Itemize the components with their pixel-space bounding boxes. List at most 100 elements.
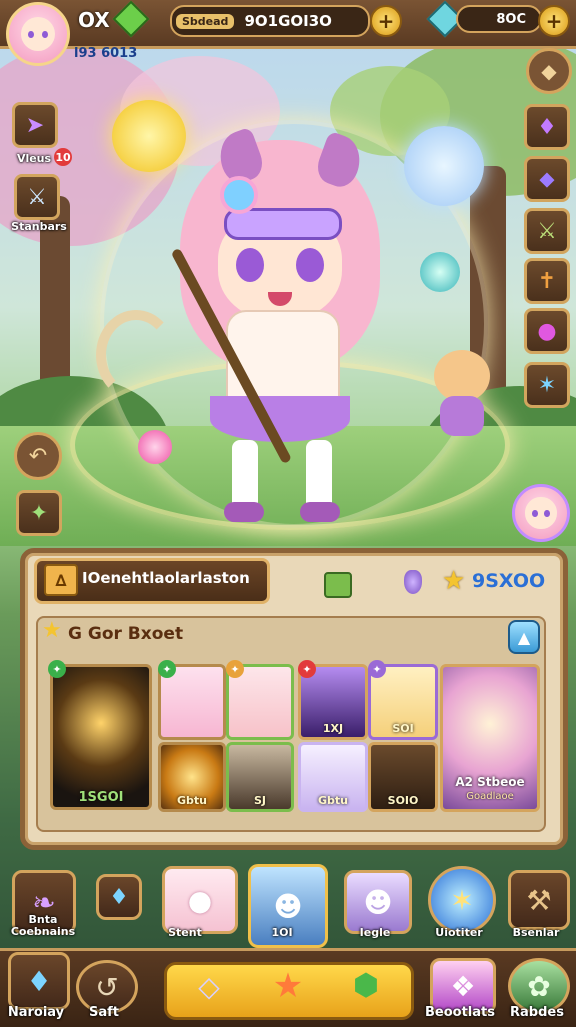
weapons-label: Stanbars xyxy=(11,220,67,233)
ice-spirit xyxy=(404,126,484,206)
nav-label: Naroiay xyxy=(7,1005,65,1020)
hero-portrait-icon: ☻ xyxy=(273,889,303,923)
chest-icon xyxy=(324,572,352,598)
featured-card-label: 1SGOI xyxy=(78,790,124,805)
gem-value: 8OC xyxy=(496,11,526,27)
collection-info-button[interactable]: ▲ xyxy=(508,620,540,654)
collection-title: G Gor Bxoet xyxy=(68,624,184,644)
swirl-icon: ✿ xyxy=(527,969,551,1003)
right-menu-swords[interactable]: ⚔ xyxy=(524,208,570,254)
portrait-badge: ✦ xyxy=(226,660,244,678)
item-card-label: Gbtu xyxy=(318,794,348,807)
gift-icon: ❖ xyxy=(450,969,476,1003)
teal-orb xyxy=(420,252,460,292)
shelf-tools-button[interactable]: ⚒ xyxy=(508,870,570,930)
star-value: 9SXOO xyxy=(472,570,546,592)
currency-tag: Sbdead xyxy=(176,13,235,29)
right-menu-dagger[interactable]: ✝ xyxy=(524,258,570,304)
shelf-pet-button[interactable]: ● xyxy=(162,866,238,934)
orb-icon: ● xyxy=(537,318,557,344)
crossed-swords-icon: ⚔ xyxy=(537,218,557,244)
mage-portrait-icon: ☻ xyxy=(363,885,393,919)
action-star-button[interactable]: ★ xyxy=(268,968,308,1004)
orb-icon: ✶ xyxy=(450,883,474,917)
shelf-mage-label: Iegle xyxy=(359,926,391,939)
item-card[interactable]: Gbtu xyxy=(298,742,368,812)
featured-card[interactable]: 1SGOI xyxy=(50,664,152,810)
pink-orb xyxy=(138,430,172,464)
spotlight-title: A2 Stbeoe xyxy=(455,775,525,789)
add-gems-button[interactable]: + xyxy=(538,5,570,37)
player-level: OX xyxy=(78,8,110,32)
staff-crescent xyxy=(96,310,176,400)
potion-icon xyxy=(404,570,422,594)
portrait-badge: ✦ xyxy=(158,660,176,678)
item-card[interactable]: SJ xyxy=(226,742,294,812)
companion-face xyxy=(525,497,557,529)
sun-spirit xyxy=(112,100,186,172)
shelf-pet-label: Stent xyxy=(168,926,202,939)
item-card[interactable]: Gbtu xyxy=(158,742,226,812)
shield-icon: ◆ xyxy=(541,59,557,83)
shelf-orb-button[interactable]: ✶ xyxy=(428,866,496,934)
nav-label: Beootlats xyxy=(425,1005,495,1020)
shelf-orb-label: Uiotiter xyxy=(435,926,483,939)
add-currency-button[interactable]: + xyxy=(370,5,402,37)
weapons-button[interactable]: ⚔ xyxy=(14,174,60,220)
portrait-badge: ✦ xyxy=(298,660,316,678)
companion-portrait-button[interactable] xyxy=(512,484,570,542)
nav-label: Rabdes xyxy=(510,1005,564,1020)
right-menu-crystal[interactable]: ⬥ xyxy=(524,156,570,202)
currency-pill-primary: Sbdead 9O1GOI3O xyxy=(170,5,370,37)
shelf-mage-button[interactable]: ☻ xyxy=(344,870,412,934)
right-menu-gem[interactable]: ♦ xyxy=(524,104,570,150)
crystal-icon: ⬥ xyxy=(539,166,555,192)
shelf-weapon-label: Bnta Coebnains xyxy=(10,913,76,938)
return-icon: ↺ xyxy=(95,970,119,1004)
shelf-crystal-button[interactable]: ♦ xyxy=(96,874,142,920)
quest-button[interactable]: ➤ xyxy=(12,102,58,148)
right-menu-lightning[interactable]: ✶ xyxy=(524,362,570,408)
player-avatar[interactable] xyxy=(6,2,70,66)
inventory-button[interactable]: ✦ xyxy=(16,490,62,536)
arrows-icon: ➤ xyxy=(25,112,45,138)
fox-companion xyxy=(430,350,494,440)
hero-character xyxy=(150,126,410,540)
action-gem-button[interactable]: ⬢ xyxy=(350,970,382,1002)
portrait-badge: ✦ xyxy=(368,660,386,678)
star-icon: ★ xyxy=(442,566,466,596)
gem-icon: ♦ xyxy=(537,114,557,140)
currency-pill-secondary: 8OC xyxy=(456,5,542,33)
item-card[interactable]: SOIO xyxy=(368,742,438,812)
item-card-label: Gbtu xyxy=(177,794,207,807)
character-class-icon: ∆ xyxy=(44,564,78,596)
dagger-icon: ✝ xyxy=(537,268,557,294)
hammer-icon: ⚒ xyxy=(526,883,552,917)
item-card-label: SJ xyxy=(253,794,266,807)
spotlight-subtitle: Goadlaoe xyxy=(466,791,514,802)
featured-card-badge: ✦ xyxy=(48,660,66,678)
spotlight-card[interactable]: A2 Stbeoe Goadlaoe xyxy=(440,664,540,812)
item-card-label: SOIO xyxy=(387,794,419,807)
portrait-card-label: SOI xyxy=(392,722,414,735)
crystal-cluster-icon: ✦ xyxy=(29,500,49,526)
character-name: IOenehtlaolarlaston xyxy=(82,569,250,587)
cat-icon: ● xyxy=(187,883,213,917)
shelf-tools-label: Bsenlar xyxy=(512,926,560,939)
sword-icon: ⚔ xyxy=(27,184,47,210)
back-arrow-icon: ↶ xyxy=(28,443,48,469)
currency-value: 9O1GOI3O xyxy=(244,12,332,30)
shelf-hero-label: 1OI xyxy=(271,926,293,939)
diamond-icon: ♦ xyxy=(26,964,52,998)
nav-label: Saft xyxy=(88,1005,119,1020)
collection-star-icon: ★ xyxy=(42,618,62,643)
right-menu-orb[interactable]: ● xyxy=(524,308,570,354)
back-button[interactable]: ↶ xyxy=(14,432,62,480)
portrait-card-label: 1XJ xyxy=(322,722,344,735)
player-id: l93 6013 xyxy=(74,46,138,61)
lightning-icon: ✶ xyxy=(537,372,557,398)
settings-button[interactable]: ◆ xyxy=(526,48,572,94)
crystal-icon: ♦ xyxy=(109,884,129,910)
action-diamond-button[interactable]: ◇ xyxy=(194,972,224,1002)
nav-button[interactable]: ♦ xyxy=(8,952,70,1010)
